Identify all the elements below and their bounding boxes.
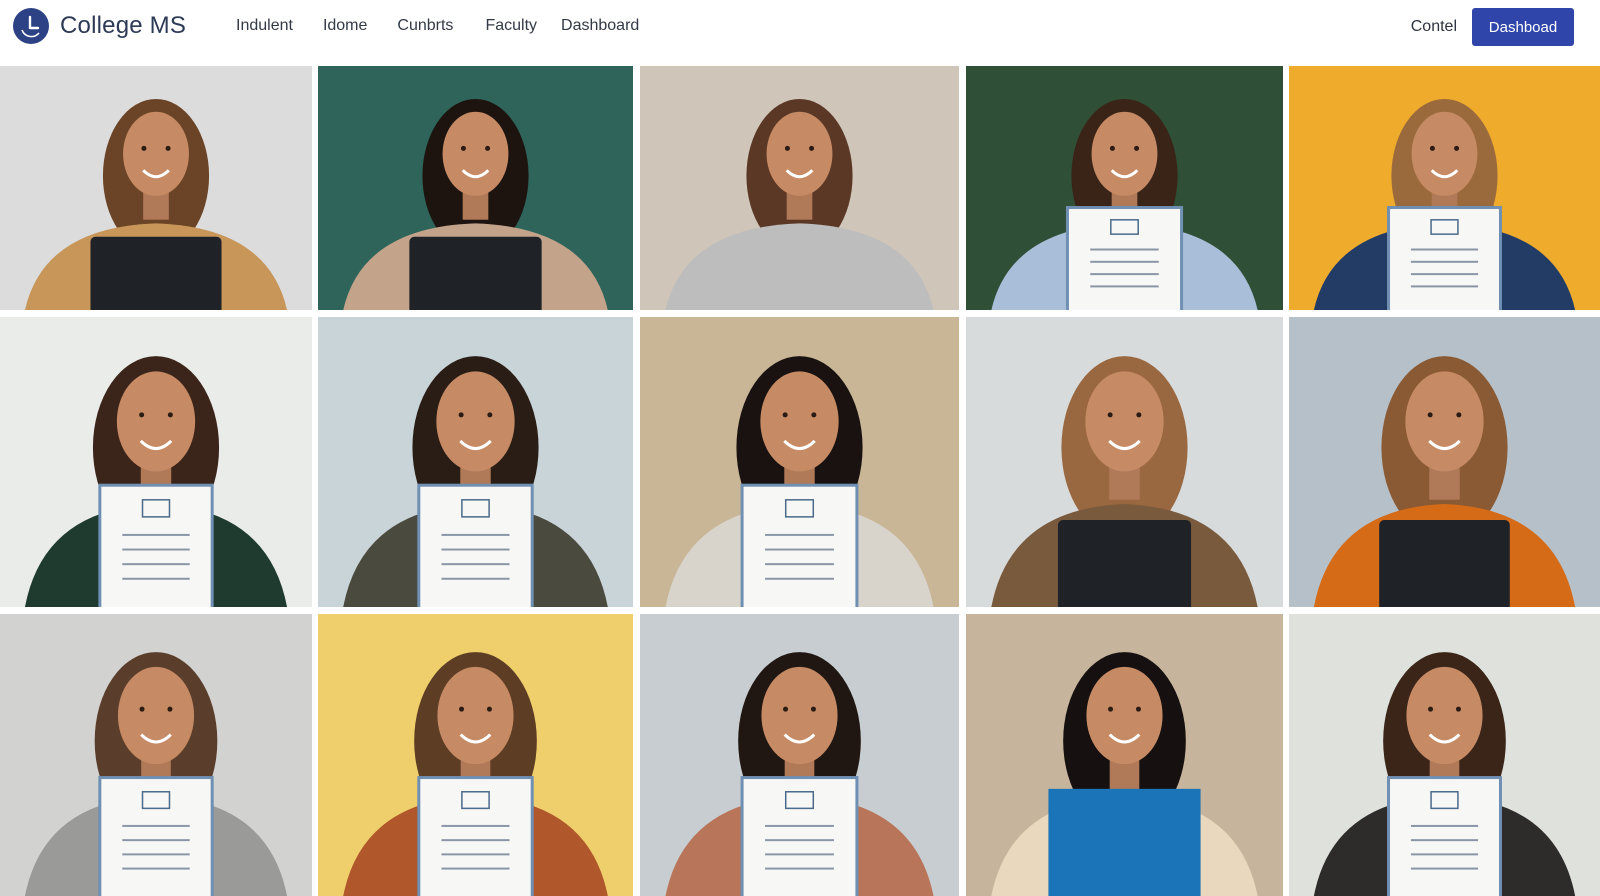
student-photo [966,66,1283,310]
contact-link[interactable]: Contel [1411,18,1457,36]
student-photo [640,317,959,607]
photo-tile-student-blue-folder[interactable] [966,614,1283,896]
student-photo [1289,317,1600,607]
nav-item-dashboard[interactable]: Dashboard [561,17,639,35]
header-actions: Contel Dashboad [1411,8,1574,46]
student-photo [318,66,633,310]
photo-tile-student-with-certificate-glasses[interactable] [1289,66,1600,310]
student-photo [0,317,312,607]
student-photo [0,614,312,896]
photo-tile-student-glasses-certificate-plants[interactable] [1289,614,1600,896]
student-photo [0,66,312,310]
clock-logo-icon [13,8,49,44]
student-photo [1289,614,1600,896]
top-navigation-bar: College MS Indulent Idome Cunbrts Facult… [0,0,1600,62]
photo-tile-student-with-certificate[interactable] [966,66,1283,310]
photo-tile-student-with-laptop[interactable] [318,66,633,310]
student-photo [640,66,959,310]
nav-item-cunbrts[interactable]: Cunbrts [397,17,453,35]
photo-tile-student-with-laptop-vest[interactable] [966,317,1283,607]
nav-item-indulent[interactable]: Indulent [236,17,293,35]
photo-tile-student-waving-glasses[interactable] [640,66,959,310]
student-photo-grid [0,66,1600,896]
brand-name: College MS [60,12,187,39]
nav-item-faculty[interactable]: Faculty [485,17,537,35]
student-photo [640,614,959,896]
photo-tile-student-hat-certificate[interactable] [0,614,312,896]
photo-tile-student-glasses-certificate[interactable] [318,614,633,896]
photo-tile-student-blue-certificate[interactable] [640,317,959,607]
student-photo [318,614,633,896]
student-photo [966,614,1283,896]
student-photo [318,317,633,607]
photo-tile-student-curly-certificate[interactable] [640,614,959,896]
primary-nav: Indulent Idome Cunbrts Faculty Dashboard [236,17,669,35]
dashboard-button[interactable]: Dashboad [1472,8,1574,46]
nav-item-idome[interactable]: Idome [323,17,367,35]
photo-tile-student-waving[interactable] [0,66,312,310]
brand[interactable]: College MS [13,8,186,44]
student-photo [1289,66,1600,310]
photo-tile-student-scarf-laptop[interactable] [1289,317,1600,607]
student-photo [966,317,1283,607]
photo-tile-student-certificate-window[interactable] [318,317,633,607]
photo-tile-student-certificate-office[interactable] [0,317,312,607]
